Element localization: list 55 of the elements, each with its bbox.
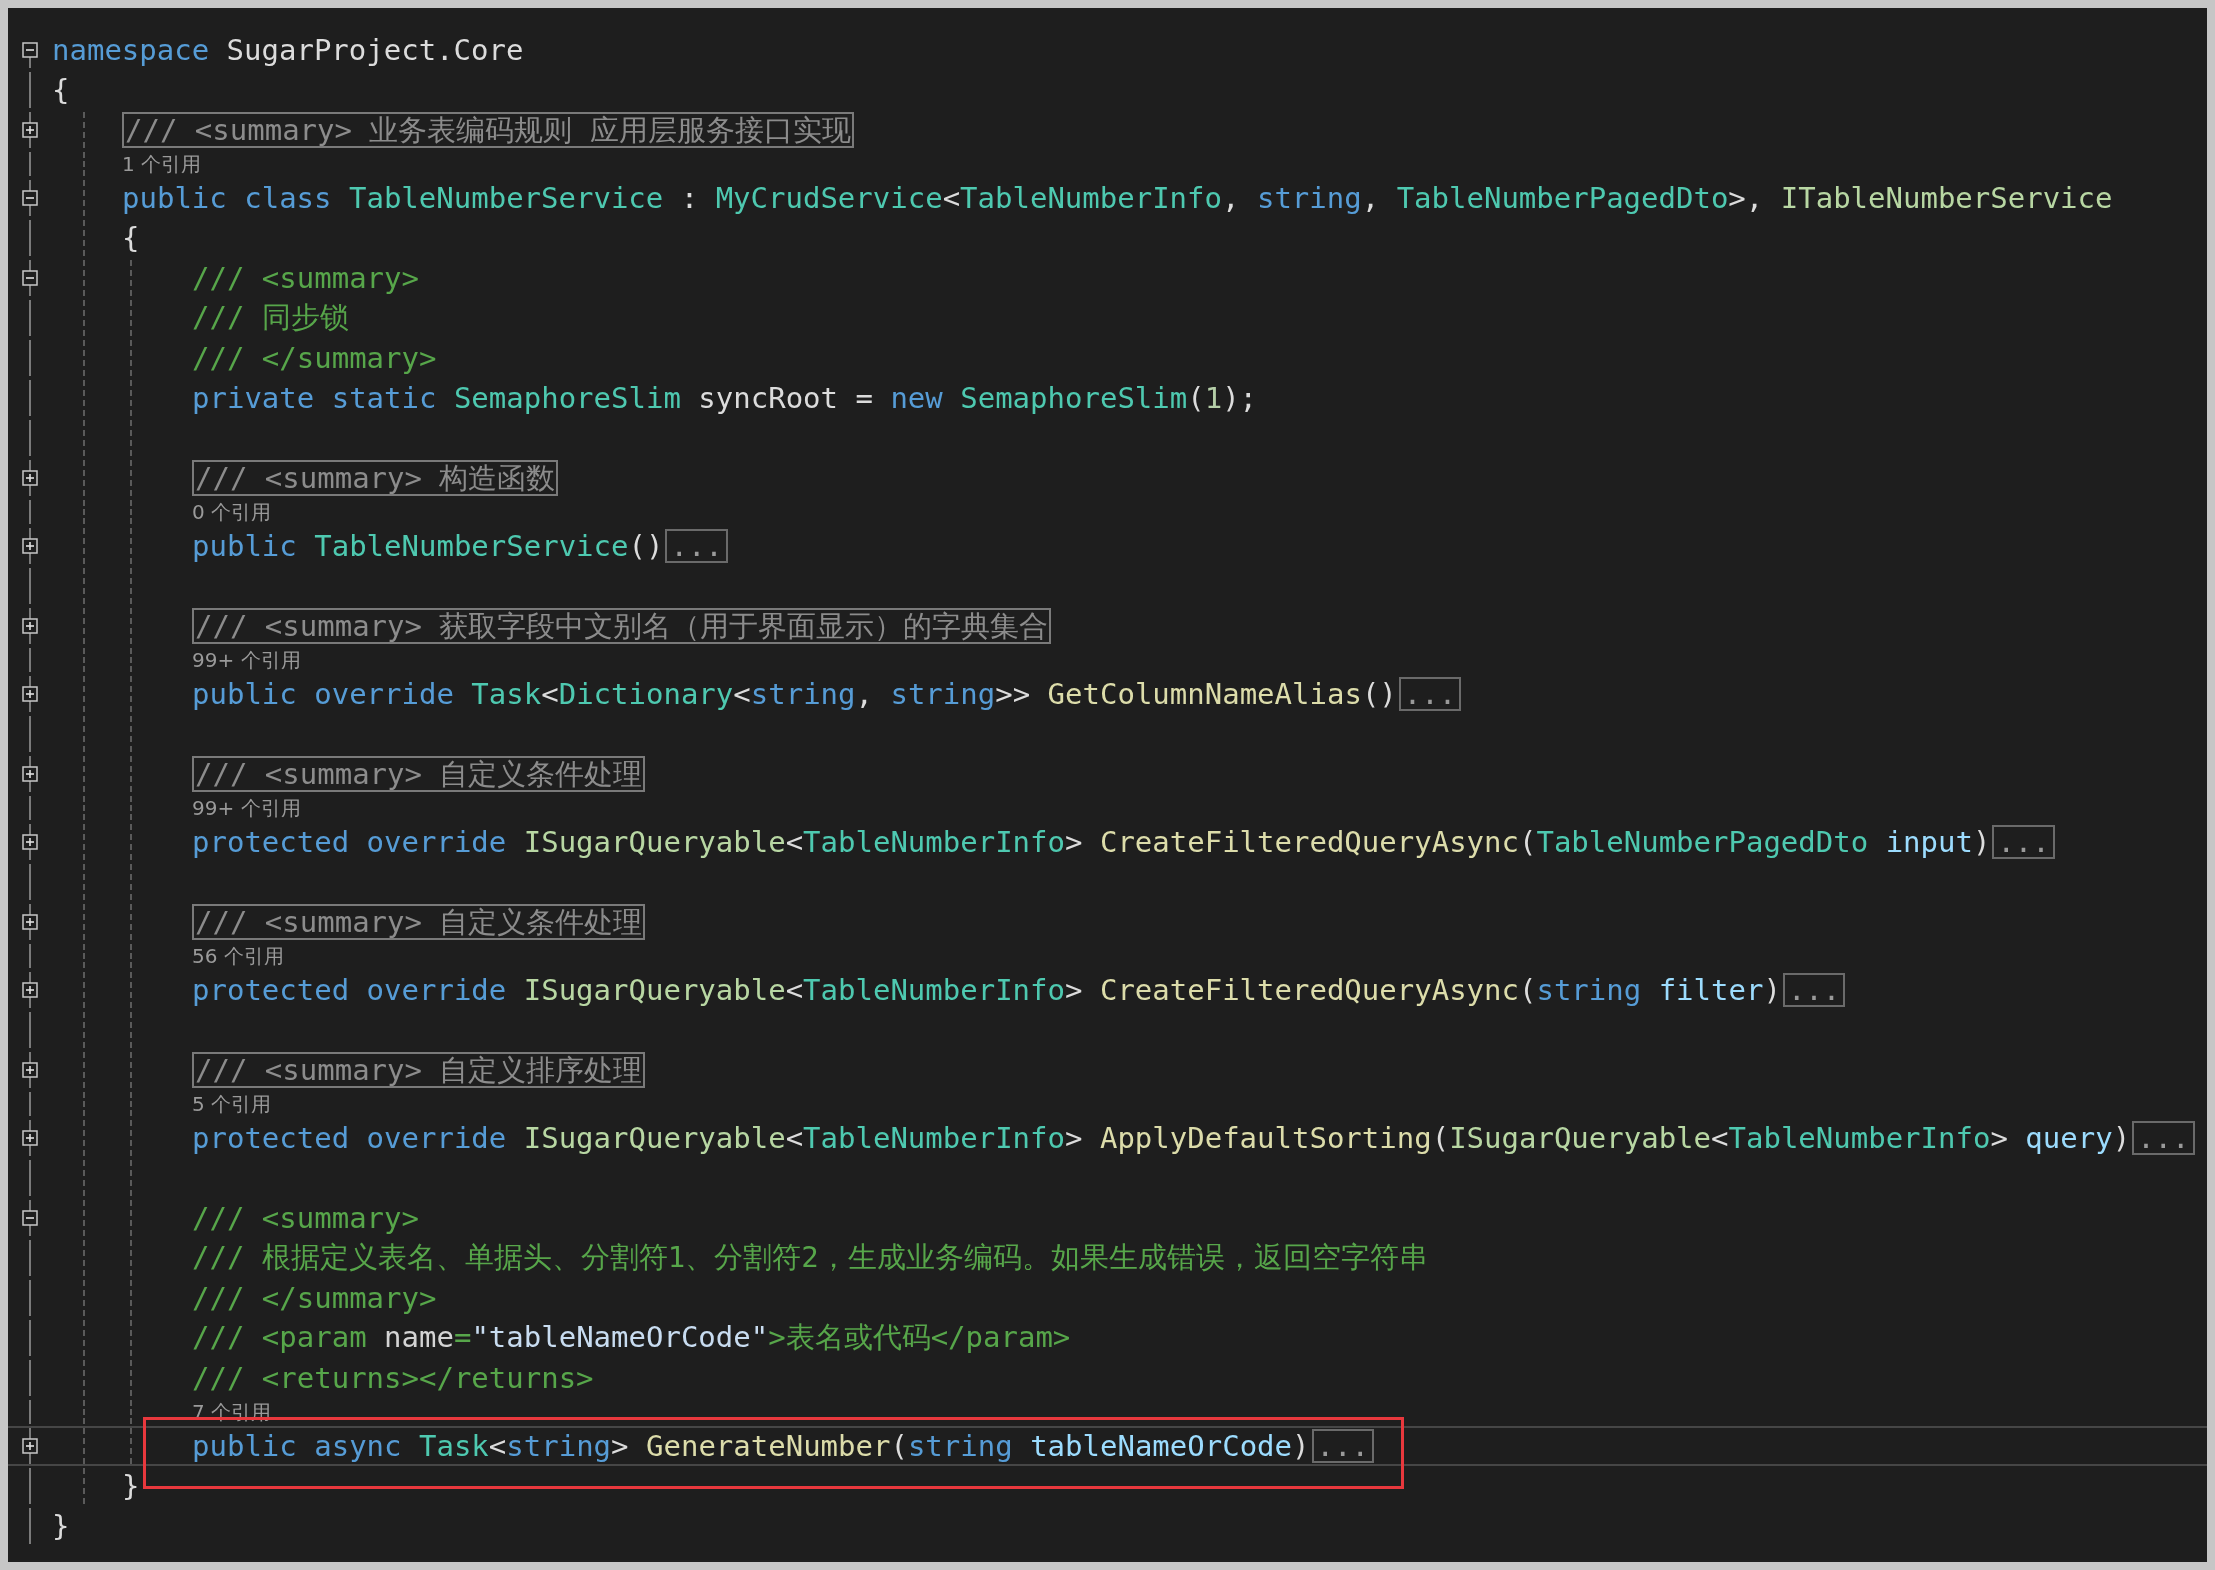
code-line: } — [52, 1509, 70, 1543]
code-line: /// 同步锁 — [192, 299, 349, 336]
code-line: public class TableNumberService : MyCrudService<TableNumberInfo, string, TableNumberPagedDto>, ITableNumberService — [122, 181, 2113, 215]
code-line: { — [122, 221, 140, 255]
code-line: private static SemaphoreSlim syncRoot = new SemaphoreSlim(1); — [192, 381, 1258, 415]
collapsed-comment[interactable]: /// <summary> 自定义条件处理 — [192, 756, 646, 792]
code-line: /// <returns></returns> — [192, 1361, 594, 1395]
collapsed-ellipsis[interactable]: ... — [1311, 1429, 1374, 1463]
collapsed-comment[interactable]: /// <summary> 自定义条件处理 — [192, 904, 646, 940]
reference-count-link[interactable]: 99+ 个引用 — [192, 794, 301, 822]
code-line: /// </summary> — [192, 341, 437, 375]
collapsed-comment[interactable]: /// <summary> 构造函数 — [192, 460, 559, 496]
collapsed-ellipsis[interactable]: ... — [1398, 677, 1462, 711]
code-line: namespace SugarProject.Core — [52, 33, 524, 67]
code-line: } — [122, 1469, 140, 1503]
collapsed-ellipsis[interactable]: ... — [1782, 973, 1846, 1007]
plus-box-icon[interactable] — [22, 766, 38, 782]
reference-count-link[interactable]: 99+ 个引用 — [192, 646, 301, 674]
collapsed-comment[interactable]: /// <summary> 自定义排序处理 — [192, 1052, 646, 1088]
code-line: protected override ISugarQueryable<TableNumberInfo> CreateFilteredQueryAsync(string filter) — [192, 973, 1781, 1007]
code-line: protected override ISugarQueryable<TableNumberInfo> CreateFilteredQueryAsync(TableNumberPagedDto input) — [192, 825, 1991, 859]
plus-box-icon[interactable] — [22, 470, 38, 486]
code-line: { — [52, 73, 70, 107]
collapsed-ellipsis[interactable]: ... — [665, 529, 728, 563]
plus-box-icon[interactable] — [22, 1438, 38, 1454]
plus-box-icon[interactable] — [22, 1130, 38, 1146]
plus-box-icon[interactable] — [22, 914, 38, 930]
collapsed-comment[interactable]: /// <summary> 获取字段中文别名（用于界面显示）的字典集合 — [192, 608, 1052, 644]
reference-count-link[interactable]: 1 个引用 — [122, 150, 202, 178]
reference-count-link[interactable]: 5 个引用 — [192, 1090, 272, 1118]
collapsed-ellipsis[interactable]: ... — [1992, 825, 2055, 859]
code-line: public async Task<string> GenerateNumber(string tableNameOrCode) — [192, 1429, 1310, 1463]
plus-box-icon[interactable] — [22, 982, 38, 998]
plus-box-icon[interactable] — [22, 618, 38, 634]
code-line: /// <summary> — [192, 261, 419, 295]
collapsed-comment[interactable]: /// <summary> 业务表编码规则 应用层服务接口实现 — [122, 112, 854, 148]
reference-count-link[interactable]: 0 个引用 — [192, 498, 272, 526]
plus-box-icon[interactable] — [22, 686, 38, 702]
code-line: public override Task<Dictionary<string, string>> GetColumnNameAlias() — [192, 677, 1397, 711]
minus-box-icon[interactable] — [22, 190, 38, 206]
plus-box-icon[interactable] — [22, 834, 38, 850]
code-line: /// <param name="tableNameOrCode">表名或代码</param> — [192, 1319, 1071, 1356]
code-line: /// <summary> — [192, 1201, 419, 1235]
code-line: /// 根据定义表名、单据头、分割符1、分割符2，生成业务编码。如果生成错误，返回空字符串 — [192, 1239, 1428, 1276]
plus-box-icon[interactable] — [22, 538, 38, 554]
code-line: public TableNumberService() — [192, 529, 664, 563]
minus-box-icon[interactable] — [22, 42, 38, 58]
plus-box-icon[interactable] — [22, 1062, 38, 1078]
collapsed-ellipsis[interactable]: ... — [2132, 1121, 2195, 1155]
minus-box-icon[interactable] — [22, 1210, 38, 1226]
reference-count-link[interactable]: 56 个引用 — [192, 942, 284, 970]
minus-box-icon[interactable] — [22, 270, 38, 286]
plus-box-icon[interactable] — [22, 122, 38, 138]
code-line: /// </summary> — [192, 1281, 437, 1315]
code-line: protected override ISugarQueryable<TableNumberInfo> ApplyDefaultSorting(ISugarQueryable<TableNumberInfo> query) — [192, 1121, 2131, 1155]
